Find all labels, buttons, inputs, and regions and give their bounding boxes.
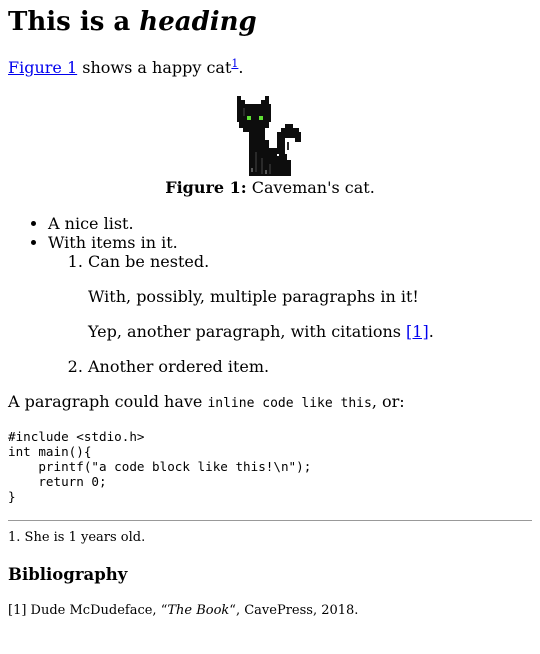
heading-emphasis: heading	[139, 7, 257, 37]
page-heading: This is a heading	[8, 0, 532, 38]
figure-link[interactable]: Figure 1	[8, 58, 77, 77]
nested-paragraph: Can be nested.	[88, 252, 210, 271]
cat-image	[8, 96, 532, 176]
bib-entry-suffix: “, CavePress, 2018.	[229, 603, 359, 618]
nested-paragraph-citation: Yep, another paragraph, with citations […	[88, 322, 532, 341]
bibliography-heading: Bibliography	[8, 565, 128, 584]
ordered-list-item: Another ordered item.	[88, 357, 532, 376]
bib-entry-title: The Book	[167, 603, 230, 618]
ordered-list-item: Can be nested. With, possibly, multiple …	[88, 252, 532, 341]
bib-entry-prefix: [1] Dude McDudeface, “	[8, 603, 168, 618]
caption-label: Figure 1:	[165, 178, 247, 197]
bibliography-entry: [1] Dude McDudeface, “The Book“, CavePre…	[8, 603, 532, 619]
caption-text: Caveman's cat.	[246, 178, 375, 197]
list-item-with-nested: With items in it. Can be nested. With, p…	[48, 233, 532, 376]
intro-text: shows a happy cat	[77, 58, 232, 77]
citation-period: .	[428, 322, 434, 341]
code-block: #include <stdio.h> int main(){ printf("a…	[8, 429, 312, 504]
list-item: A nice list.	[48, 214, 532, 233]
nested-paragraph: With, possibly, multiple paragraphs in i…	[88, 287, 419, 306]
pixel-black-cat-icon	[237, 96, 301, 176]
ordered-list: Can be nested. With, possibly, multiple …	[48, 252, 532, 376]
bullet-list: A nice list. With items in it. Can be ne…	[8, 214, 532, 376]
intro-paragraph: Figure 1 shows a happy cat1.	[8, 58, 532, 78]
document-page: This is a heading Figure 1 shows a happy…	[0, 0, 540, 619]
heading-prefix: This is a	[8, 7, 140, 37]
figure-caption: Figure 1: Caveman's cat.	[8, 178, 532, 198]
footnote-divider	[8, 520, 532, 521]
list-item-label: With items in it.	[48, 233, 178, 252]
figure: Figure 1: Caveman's cat.	[8, 96, 532, 198]
paragraph-text-after: , or:	[371, 392, 405, 411]
citation-link[interactable]: [1]	[406, 322, 429, 341]
inline-code-paragraph: A paragraph could have inline code like …	[8, 392, 532, 413]
intro-period: .	[238, 58, 244, 77]
inline-code: inline code like this	[207, 396, 372, 411]
paragraph-text-before: A paragraph could have	[8, 392, 208, 411]
footnote: 1. She is 1 years old.	[8, 530, 146, 545]
citation-sentence: Yep, another paragraph, with citations	[88, 322, 407, 341]
